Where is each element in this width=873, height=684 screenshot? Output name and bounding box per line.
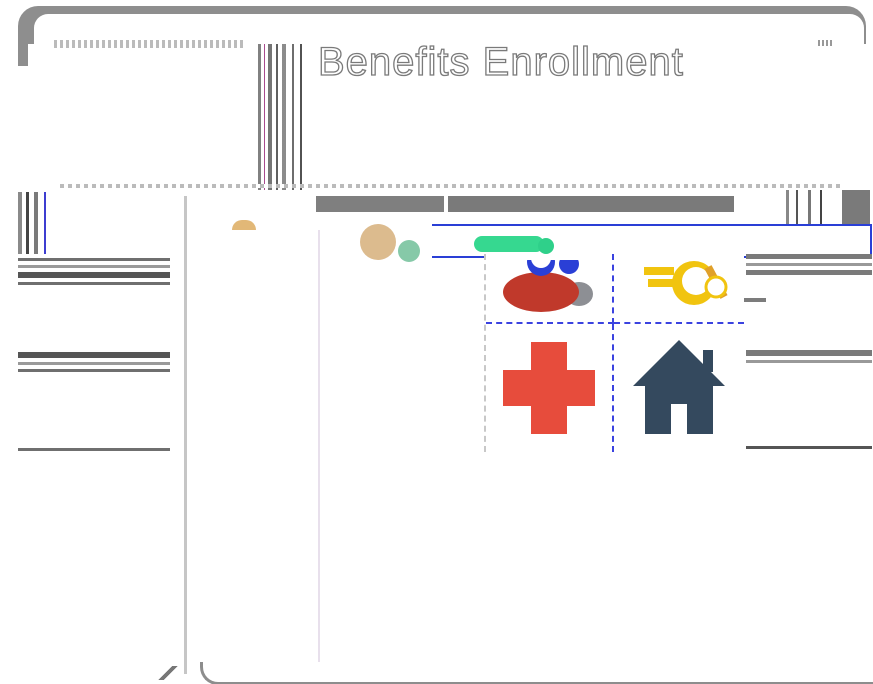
medical-cross-icon <box>503 342 595 434</box>
sidebar-item-1[interactable] <box>18 258 170 289</box>
toolbar-segment <box>448 196 734 212</box>
sidebar-line <box>18 282 170 285</box>
benefit-tile-home[interactable] <box>614 324 744 452</box>
toolbar-segment <box>316 196 444 212</box>
text-line <box>746 263 872 266</box>
text-line <box>746 360 872 363</box>
avatar <box>232 220 256 230</box>
resize-grip-icon[interactable] <box>158 666 180 680</box>
window-bottom-frame <box>200 662 873 684</box>
benefit-tile-medical[interactable] <box>486 324 614 452</box>
text-line <box>746 350 872 356</box>
text-line <box>746 254 872 259</box>
text-line <box>746 270 872 275</box>
right-panel-block-1 <box>746 254 872 279</box>
benefit-tile-insurance[interactable] <box>614 254 744 324</box>
sidebar-line <box>18 352 170 358</box>
avatar[interactable] <box>360 224 396 260</box>
avatar[interactable] <box>398 240 420 262</box>
sidebar-item-2[interactable] <box>18 352 170 376</box>
home-icon <box>633 340 725 434</box>
toolbar-right-decoration <box>780 190 870 224</box>
sidebar-divider <box>184 196 187 674</box>
content-guide-line <box>318 230 320 662</box>
benefits-enrollment-window: Benefits Enrollment <box>0 0 873 684</box>
text-line <box>746 446 872 449</box>
sidebar-line <box>18 272 170 278</box>
header-left-decoration <box>54 40 244 48</box>
header-logo-stripes <box>258 44 310 190</box>
header-divider <box>60 184 840 188</box>
keys-icon <box>644 261 728 305</box>
status-dot <box>538 238 554 254</box>
family-icon <box>503 260 593 312</box>
benefit-tile-family[interactable] <box>486 254 614 324</box>
page-title: Benefits Enrollment <box>317 39 684 84</box>
sidebar-line <box>18 362 170 365</box>
status-pill[interactable] <box>474 236 544 252</box>
sidebar-line <box>18 369 170 372</box>
right-panel-block-3 <box>746 446 872 453</box>
sidebar-item-3[interactable] <box>18 448 170 455</box>
sidebar-line <box>18 448 170 451</box>
right-panel-block-2 <box>746 350 872 367</box>
sidebar-line <box>18 258 170 261</box>
left-nav-header <box>18 192 62 254</box>
window-control-icon[interactable] <box>818 40 834 46</box>
sidebar-line <box>18 265 170 268</box>
